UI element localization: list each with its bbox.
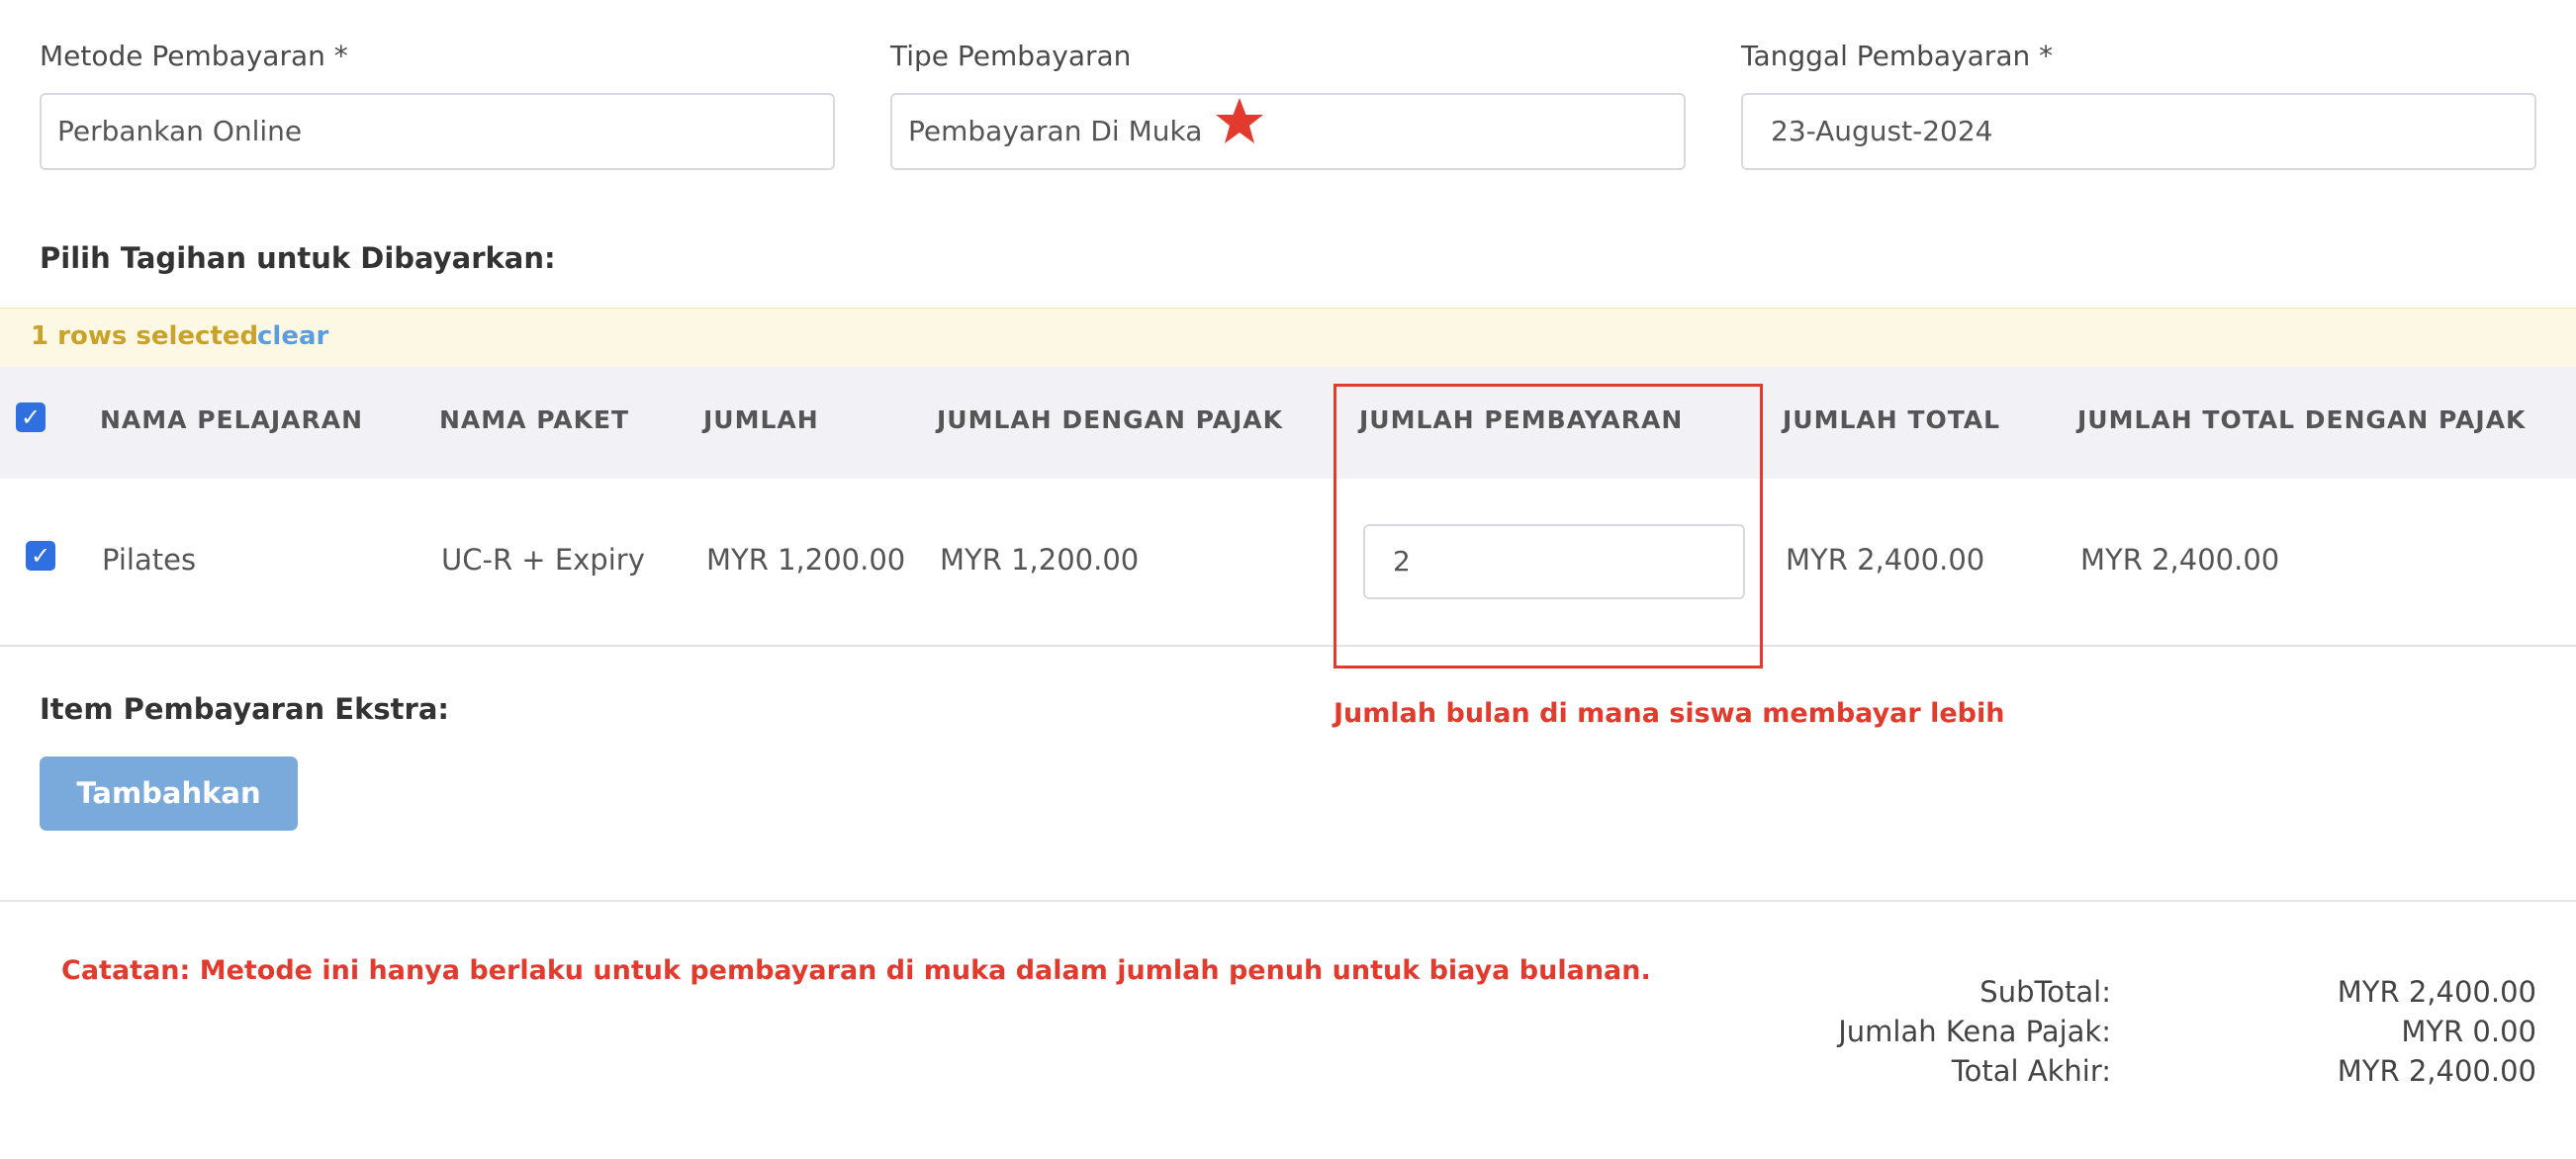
add-extra-item-button[interactable]: Tambahkan [40,757,298,831]
column-header-total-tax: JUMLAH TOTAL DENGAN PAJAK [2077,405,2527,434]
row-checkbox[interactable]: ✓ [26,541,55,571]
column-header-lesson: NAMA PELAJARAN [100,405,364,434]
subtotal-label: SubTotal: [1979,975,2111,1009]
payment-type-label: Tipe Pembayaran [890,40,1132,72]
cell-total-tax: MYR 2,400.00 [2080,543,2280,577]
payment-count-annotation: Jumlah bulan di mana siswa membayar lebi… [1334,698,2005,729]
payment-method-label: Metode Pembayaran * [40,40,348,72]
select-all-checkbox[interactable]: ✓ [16,402,46,432]
selection-bar [0,308,2576,369]
select-bills-title: Pilih Tagihan untuk Dibayarkan: [40,241,556,275]
column-header-amount-tax: JUMLAH DENGAN PAJAK [937,405,1284,434]
payment-type-input[interactable]: Pembayaran Di Muka [890,93,1686,170]
payment-date-input[interactable]: 23-August-2024 [1741,93,2536,170]
taxable-label: Jumlah Kena Pajak: [1838,1015,2111,1048]
cell-lesson: Pilates [102,543,197,577]
subtotal-value: MYR 2,400.00 [2337,975,2536,1009]
column-header-package: NAMA PAKET [439,405,630,434]
taxable-value: MYR 0.00 [2401,1015,2536,1048]
payment-column-highlight [1334,384,1763,669]
clear-selection-link[interactable]: clear [257,321,328,351]
cell-package: UC-R + Expiry [441,543,645,577]
extra-items-title: Item Pembayaran Ekstra: [40,692,449,726]
cell-amount: MYR 1,200.00 [706,543,906,577]
column-header-total: JUMLAH TOTAL [1783,405,2001,434]
final-total-value: MYR 2,400.00 [2337,1054,2536,1088]
star-icon [1213,95,1266,148]
payment-method-input[interactable]: Perbankan Online [40,93,835,170]
divider [0,900,2576,902]
checkbox-checked-icon: ✓ [30,542,51,570]
payment-date-label: Tanggal Pembayaran * [1741,40,2054,72]
checkbox-checked-icon: ✓ [20,403,42,431]
rows-selected-count: 1 rows selected [31,321,259,351]
final-total-label: Total Akhir: [1951,1054,2111,1088]
cell-total: MYR 2,400.00 [1786,543,1985,577]
payment-type-value: Pembayaran Di Muka [908,115,1203,147]
cell-amount-tax: MYR 1,200.00 [940,543,1140,577]
payment-note: Catatan: Metode ini hanya berlaku untuk … [61,955,1651,986]
column-header-amount: JUMLAH [703,405,819,434]
